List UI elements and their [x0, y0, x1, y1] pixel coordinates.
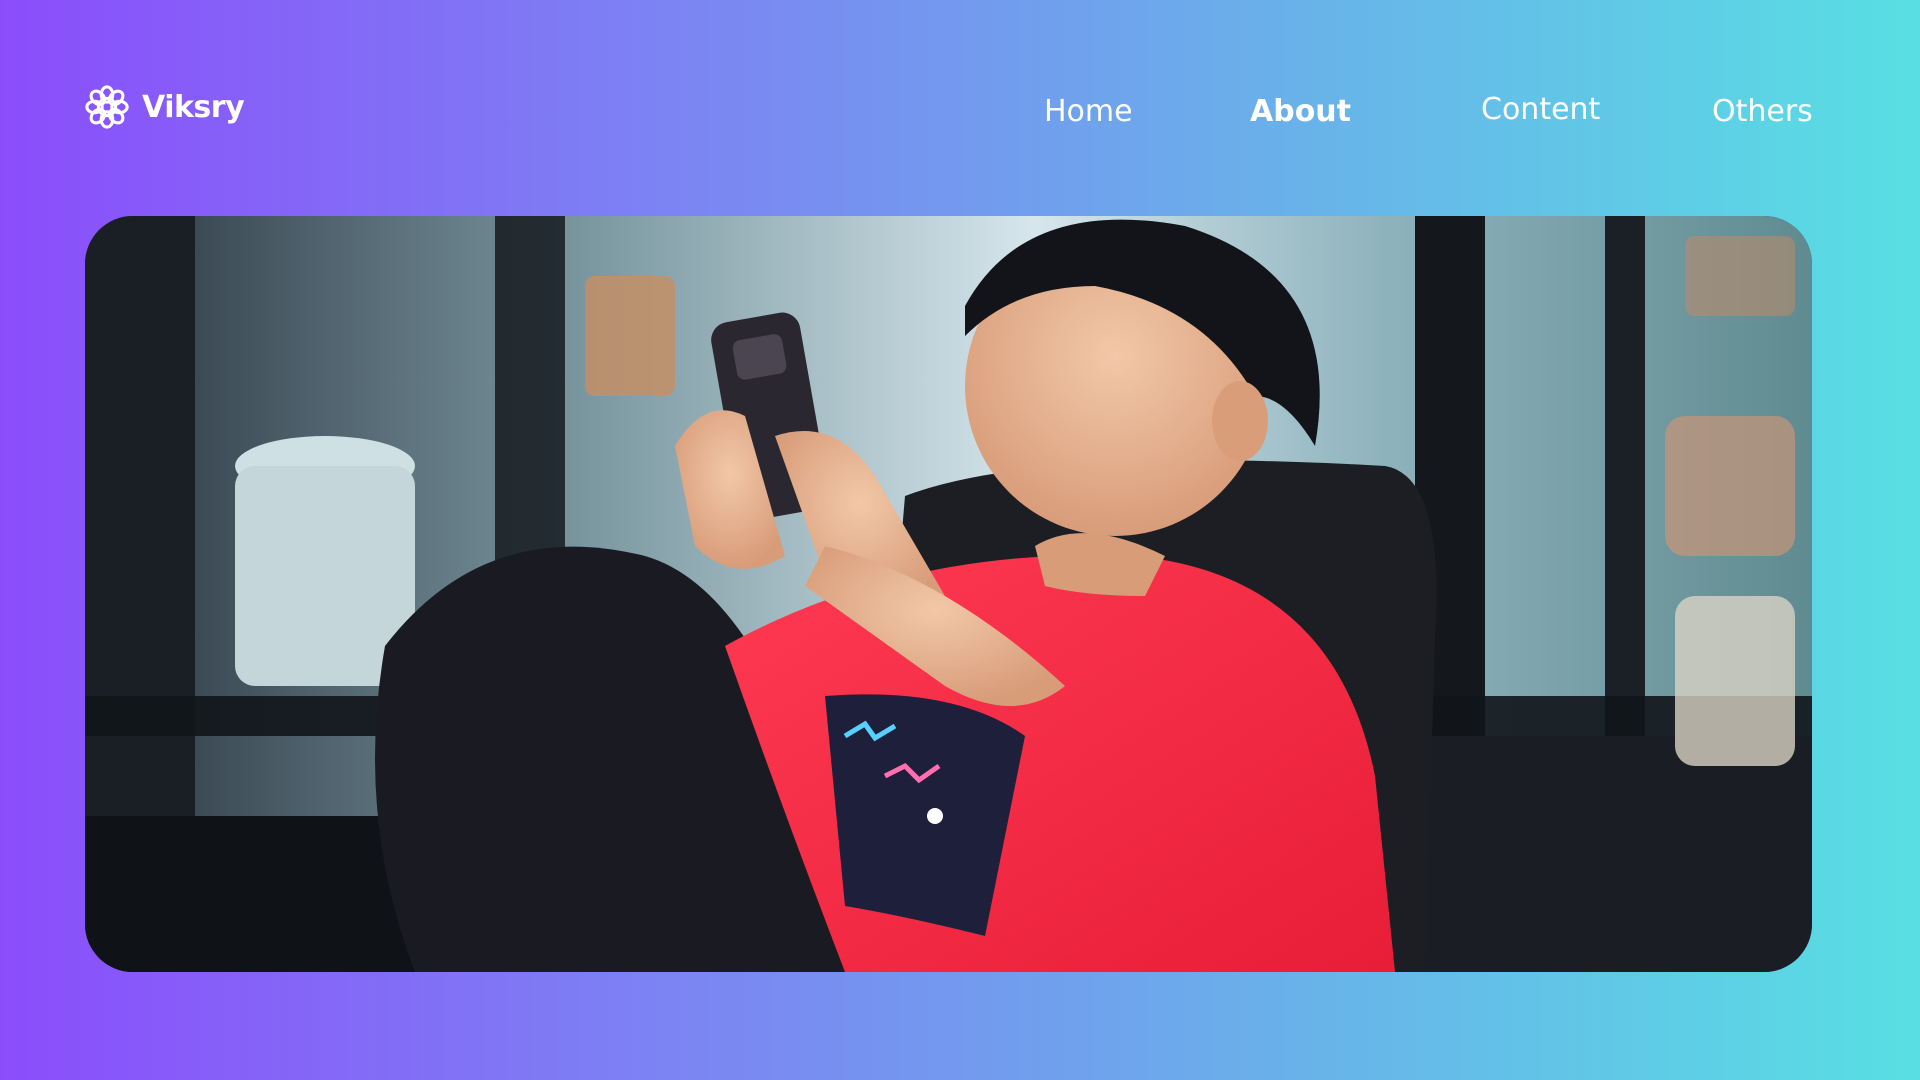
flower-logo-icon	[84, 84, 130, 130]
nav-link-others[interactable]: Others	[1712, 92, 1813, 132]
site-header: Viksry Home About Content Others	[0, 0, 1920, 200]
nav-link-about[interactable]: About	[1250, 92, 1351, 132]
brand-name: Viksry	[142, 89, 245, 125]
nav-link-content[interactable]: Content	[1481, 90, 1600, 130]
hero-photo	[85, 216, 1812, 972]
nav-link-home[interactable]: Home	[1044, 92, 1133, 132]
brand-logo[interactable]: Viksry	[84, 84, 245, 130]
photo-person-with-phone	[85, 216, 1812, 972]
